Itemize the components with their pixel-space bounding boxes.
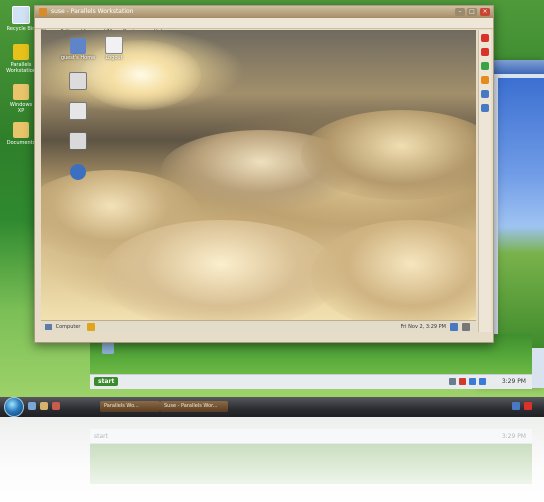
host-icon-label: Parallels Workstation <box>6 62 36 74</box>
windows-start-orb[interactable] <box>4 397 24 417</box>
menu-bar: File Edit View VM Devices Help <box>35 18 493 35</box>
host-icon-windows-xp[interactable]: Windows XP <box>6 84 36 114</box>
network-icon[interactable] <box>450 323 458 331</box>
minimize-button[interactable]: – <box>455 8 465 16</box>
desktop-icon-home[interactable]: guest's Home <box>59 38 97 61</box>
volume-icon[interactable] <box>462 323 470 331</box>
panel-computer-label: Computer <box>55 324 81 330</box>
tray-icon[interactable] <box>512 402 520 410</box>
reflected-start-label: start <box>94 433 108 440</box>
panel-computer-menu[interactable]: Computer <box>45 322 80 332</box>
settings-icon[interactable] <box>481 90 489 98</box>
desktop-icon-trash[interactable] <box>59 132 97 150</box>
window-title-bar[interactable]: suse - Parallels Workstation – □ × <box>35 6 493 18</box>
close-button[interactable]: × <box>480 8 490 16</box>
desktop-icon-label: guest's Home <box>60 55 96 61</box>
xp-clock: 3:29 PM <box>501 378 526 385</box>
desktop-icon-logout[interactable]: Logout <box>95 36 133 61</box>
home-folder-icon <box>70 38 86 54</box>
floppy-icon <box>69 102 87 120</box>
my-computer-icon[interactable] <box>102 342 114 354</box>
taskbar-item-parallels[interactable]: Parallels Wo... <box>100 401 160 412</box>
tray-icon[interactable] <box>524 402 532 410</box>
host-icon-label: Documents <box>6 140 36 146</box>
tray-icon[interactable] <box>459 378 466 385</box>
host-taskbar: Parallels Wo... Suse - Parallels Wor... <box>0 397 544 417</box>
tray-icon[interactable] <box>479 378 486 385</box>
cloud-shape <box>311 220 476 320</box>
xp-start-button[interactable]: start <box>94 377 119 386</box>
computer-icon <box>69 72 87 90</box>
trash-icon <box>69 132 87 150</box>
parallels-icon <box>13 44 29 60</box>
panel-clock: Fri Nov 2, 3:29 PM <box>400 324 446 330</box>
guest-panel: Computer Fri Nov 2, 3:29 PM <box>41 320 476 333</box>
quick-launch-icon[interactable] <box>28 402 36 410</box>
fullscreen-icon[interactable] <box>481 104 489 112</box>
power-icon[interactable] <box>481 34 489 42</box>
parallels-main-window[interactable]: suse - Parallels Workstation – □ × File … <box>34 5 494 343</box>
desktop-icon-computer[interactable] <box>59 72 97 90</box>
computer-icon <box>45 323 52 330</box>
cloud-shape <box>101 220 341 320</box>
reflected-clock: 3:29 PM <box>501 433 526 440</box>
folder-icon <box>13 122 29 138</box>
desktop-icon-floppy[interactable] <box>59 102 97 120</box>
tray-icon[interactable] <box>469 378 476 385</box>
quick-launch-icon[interactable] <box>40 402 48 410</box>
quick-launch-icon[interactable] <box>52 402 60 410</box>
tray-icon[interactable] <box>449 378 456 385</box>
host-icon-recycle-bin[interactable]: Recycle Bin <box>6 6 36 32</box>
window-title: suse - Parallels Workstation <box>51 8 134 15</box>
pause-icon[interactable] <box>481 76 489 84</box>
logout-icon <box>105 36 123 54</box>
host-icon-documents[interactable]: Documents <box>6 122 36 146</box>
panel-app-launcher-icon[interactable] <box>87 323 95 331</box>
globe-icon <box>70 164 86 180</box>
stop-icon[interactable] <box>481 48 489 56</box>
host-icon-label: Recycle Bin <box>6 26 36 32</box>
xp-taskbar: start 3:29 PM <box>90 374 532 389</box>
play-icon[interactable] <box>481 62 489 70</box>
folder-icon <box>13 84 29 100</box>
app-icon <box>39 8 47 16</box>
reflection: start 3:29 PM <box>0 417 544 502</box>
background-vm-screen[interactable] <box>498 78 544 348</box>
maximize-button[interactable]: □ <box>467 8 477 16</box>
desktop-icon-label: Logout <box>105 55 123 61</box>
taskbar-item-suse[interactable]: Suse - Parallels Wor... <box>160 401 228 412</box>
host-icon-parallels[interactable]: Parallels Workstation <box>6 44 36 74</box>
host-icon-label: Windows XP <box>9 102 33 114</box>
desktop-icon-suse[interactable] <box>59 164 97 180</box>
recycle-bin-icon <box>12 6 30 24</box>
vm-control-toolbar <box>478 30 491 332</box>
guest-desktop[interactable]: guest's Home Logout <box>41 30 476 320</box>
